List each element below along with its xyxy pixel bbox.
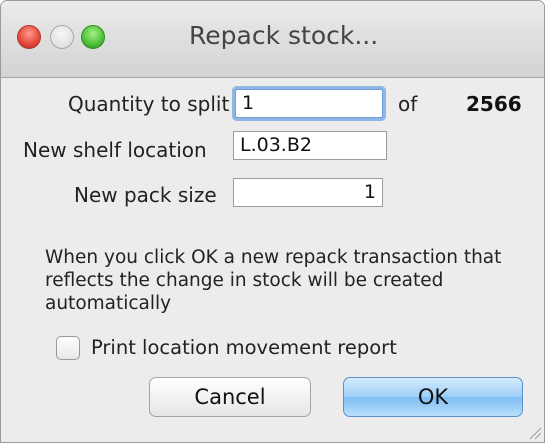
window-title: Repack stock... (189, 21, 379, 50)
resize-grip-icon[interactable] (526, 424, 542, 440)
info-text: When you click OK a new repack transacti… (45, 247, 502, 314)
print-report-checkbox[interactable] (56, 336, 80, 360)
zoom-window-icon[interactable] (81, 25, 105, 49)
pack-size-label: New pack size (74, 183, 217, 207)
quantity-input[interactable]: 1 (235, 89, 383, 118)
print-report-label[interactable]: Print location movement report (91, 336, 397, 359)
pack-size-input[interactable]: 1 (233, 178, 383, 207)
of-label: of (398, 92, 418, 116)
ok-button[interactable]: OK (343, 377, 523, 417)
shelf-location-label: New shelf location (23, 138, 207, 162)
minimize-window-icon[interactable] (50, 25, 74, 49)
cancel-button[interactable]: Cancel (149, 377, 311, 417)
close-window-icon[interactable] (17, 25, 41, 49)
shelf-location-input[interactable]: L.03.B2 (233, 131, 387, 160)
quantity-total: 2566 (466, 92, 522, 116)
quantity-label: Quantity to split (68, 92, 230, 116)
repack-stock-dialog: Repack stock... Quantity to split 1 of 2… (0, 0, 545, 443)
title-bar[interactable]: Repack stock... (1, 1, 544, 78)
